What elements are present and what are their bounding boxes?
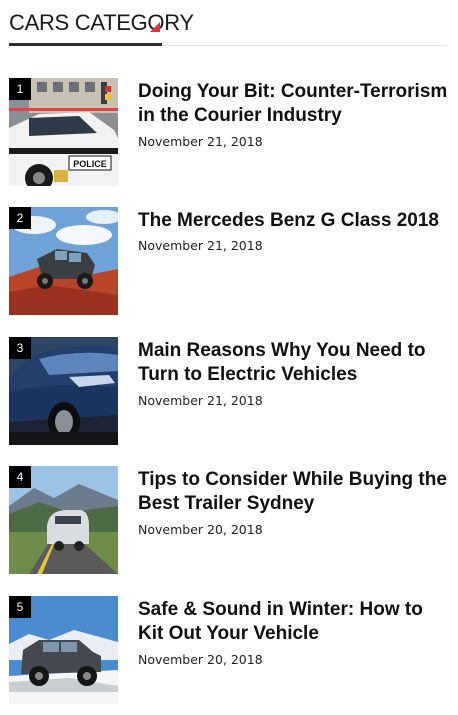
post-title-link[interactable]: Tips to Consider While Buying the Best T… [138, 468, 448, 516]
widget-header: CARS CATEGORY [9, 0, 446, 48]
post-title-link[interactable]: Doing Your Bit: Counter-Terrorism in the… [138, 80, 448, 128]
post-rank-badge: 5 [9, 596, 31, 618]
post-item: 5 Safe & Sound in Winter: How to Kit Out… [9, 596, 449, 704]
post-item: 4 Tips to Consider While Buying the Best… [9, 466, 449, 574]
svg-text:POLICE: POLICE [73, 159, 107, 169]
title-accent-flag-icon [150, 22, 160, 32]
post-rank-badge: 3 [9, 337, 31, 359]
post-date: November 20, 2018 [138, 652, 263, 667]
post-rank-badge: 2 [9, 207, 31, 229]
post-rank-badge: 4 [9, 466, 31, 488]
post-rank-badge: 1 [9, 78, 31, 100]
post-title-link[interactable]: Main Reasons Why You Need to Turn to Ele… [138, 339, 448, 387]
post-date: November 20, 2018 [138, 522, 263, 537]
post-title-link[interactable]: The Mercedes Benz G Class 2018 [138, 209, 448, 233]
post-date: November 21, 2018 [138, 393, 263, 408]
post-title-link[interactable]: Safe & Sound in Winter: How to Kit Out Y… [138, 598, 448, 646]
post-item: POLICE 1 Doing Your Bit: Counter-Terrori… [9, 78, 449, 186]
title-underline [9, 43, 162, 46]
post-date: November 21, 2018 [138, 238, 263, 253]
widget-title: CARS CATEGORY [9, 10, 194, 35]
post-date: November 21, 2018 [138, 134, 263, 149]
post-item: 2 The Mercedes Benz G Class 2018 Novembe… [9, 207, 449, 315]
post-item: 3 Main Reasons Why You Need to Turn to E… [9, 337, 449, 445]
